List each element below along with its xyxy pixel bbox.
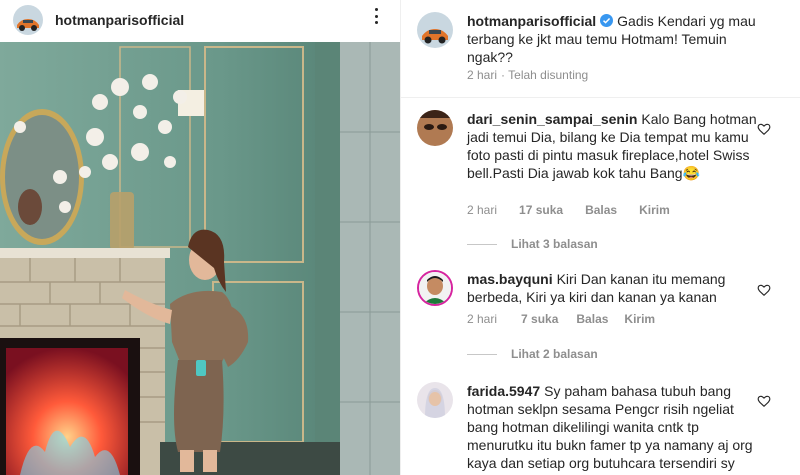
post-caption: hotmanparisofficial Gadis Kendari yg mau … xyxy=(417,12,791,92)
caption-time: 2 hari xyxy=(467,68,498,82)
post-media-panel: hotmanparisofficial xyxy=(0,0,400,475)
view-replies-button[interactable]: Lihat 2 balasan xyxy=(467,347,598,361)
like-heart-icon[interactable] xyxy=(757,122,771,136)
comment-avatar[interactable] xyxy=(417,382,453,418)
comment-avatar[interactable] xyxy=(417,110,453,146)
reply-button[interactable]: Balas xyxy=(576,312,608,326)
view-replies-button[interactable]: Lihat 3 balasan xyxy=(467,237,598,251)
author-avatar[interactable] xyxy=(13,5,43,35)
comment-username[interactable]: farida.5947 xyxy=(467,383,540,399)
comment-username[interactable]: mas.bayquni xyxy=(467,271,553,287)
comment-likes[interactable]: 7 suka xyxy=(521,312,558,326)
comment-likes[interactable]: 17 suka xyxy=(519,203,563,217)
author-username[interactable]: hotmanparisofficial xyxy=(55,12,184,28)
send-button[interactable]: Kirim xyxy=(639,203,670,217)
verified-badge-icon xyxy=(600,14,614,27)
comment-item: dari_senin_sampai_senin Kalo Bang hotman … xyxy=(417,110,791,251)
caption-avatar[interactable] xyxy=(417,12,453,48)
comment-avatar[interactable] xyxy=(417,270,453,306)
view-replies-label[interactable]: Lihat 3 balasan xyxy=(511,237,598,251)
replies-line xyxy=(467,353,497,355)
post-photo[interactable] xyxy=(0,42,400,475)
replies-line xyxy=(467,243,497,245)
send-button[interactable]: Kirim xyxy=(624,312,655,326)
divider xyxy=(401,97,800,98)
like-heart-icon[interactable] xyxy=(757,283,771,297)
caption-username[interactable]: hotmanparisofficial xyxy=(467,13,596,29)
comment-username[interactable]: dari_senin_sampai_senin xyxy=(467,111,637,127)
like-heart-icon[interactable] xyxy=(757,394,771,408)
comments-panel: hotmanparisofficial Gadis Kendari yg mau … xyxy=(400,0,800,475)
caption-edited: · Telah disunting xyxy=(501,68,589,82)
more-options-icon[interactable] xyxy=(370,6,382,26)
comment-item: mas.bayquni Kiri Dan kanan itu memang ber… xyxy=(417,270,791,361)
comment-time: 2 hari xyxy=(467,203,498,217)
comment-time: 2 hari xyxy=(467,312,498,326)
view-replies-label[interactable]: Lihat 2 balasan xyxy=(511,347,598,361)
post-header: hotmanparisofficial xyxy=(0,0,400,40)
comment-item: farida.5947 Sy paham bahasa tubuh bang ho… xyxy=(417,382,791,475)
reply-button[interactable]: Balas xyxy=(585,203,617,217)
